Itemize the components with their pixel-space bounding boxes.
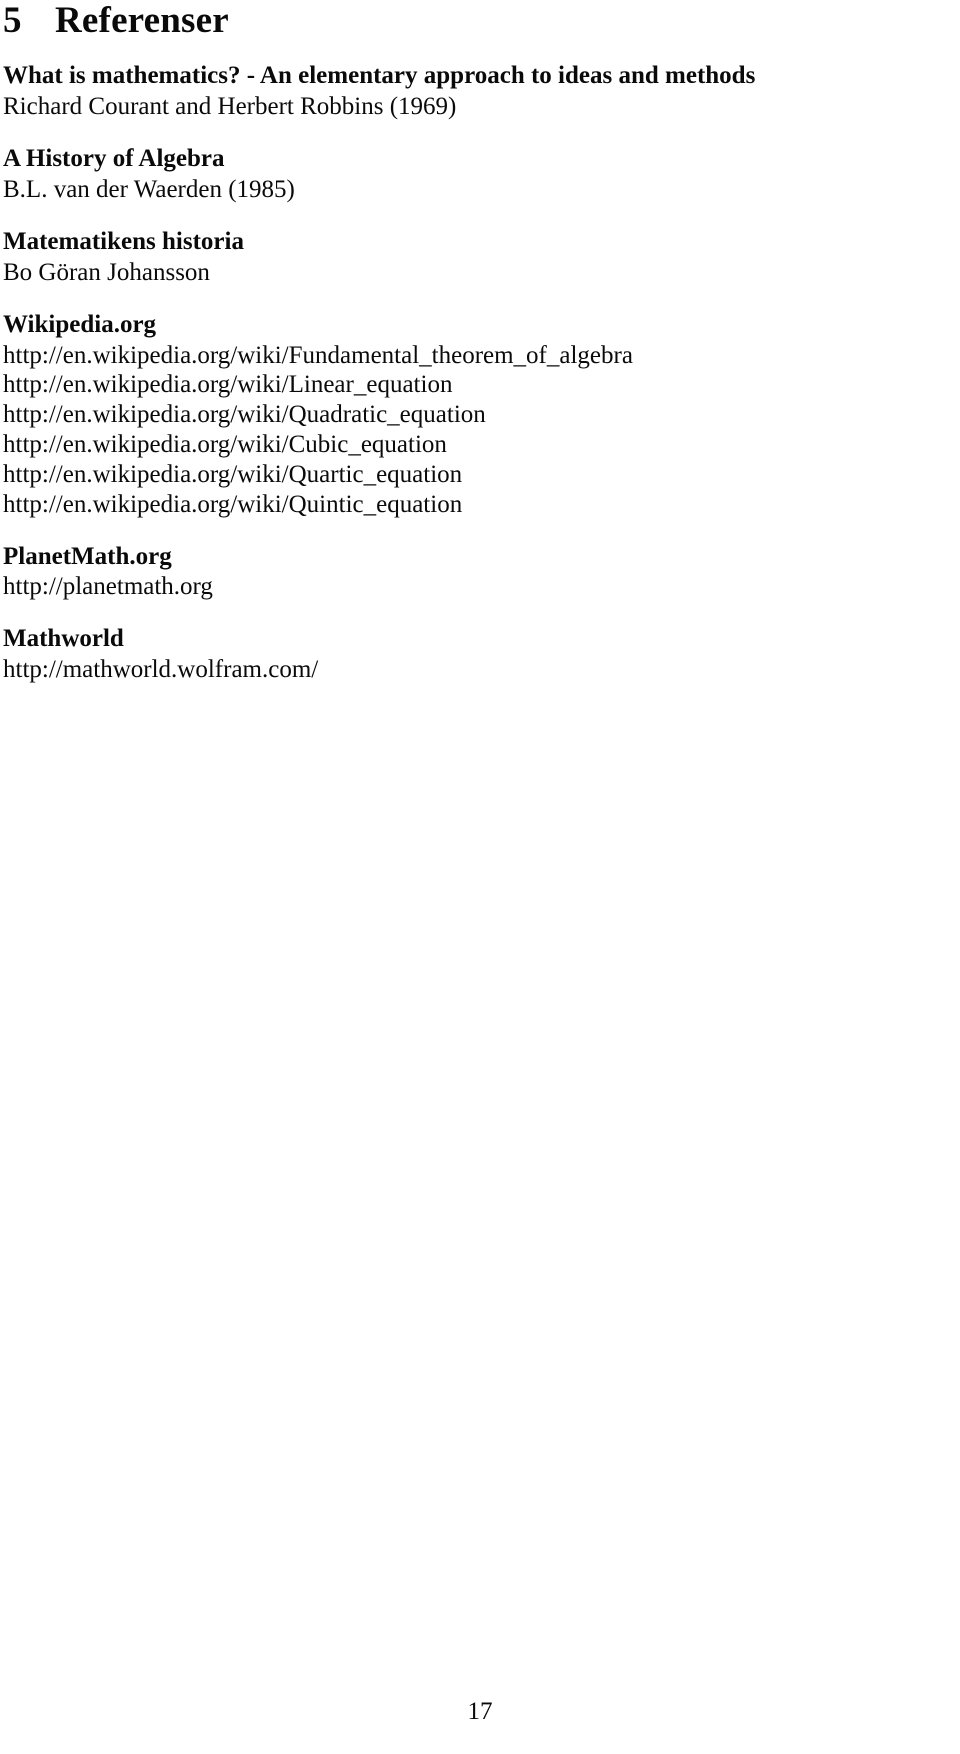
section-title: Referenser <box>55 0 229 41</box>
reference-entry-wikipedia: Wikipedia.org http://en.wikipedia.org/wi… <box>3 310 869 520</box>
reference-title: Wikipedia.org <box>3 311 157 338</box>
reference-title: PlanetMath.org <box>3 542 172 570</box>
reference-title: Mathworld <box>3 625 124 653</box>
reference-entry-mathworld: Mathworld http://mathworld.wolfram.com/ <box>3 624 869 684</box>
reference-entry-waerden: A History of Algebra B.L. van der Waerde… <box>3 144 869 205</box>
url-link[interactable]: http://en.wikipedia.org/wiki/Fundamental… <box>3 341 712 371</box>
reference-author: Bo Göran Johansson <box>3 258 210 286</box>
section-number: 5 <box>3 0 22 41</box>
url-link[interactable]: http://en.wikipedia.org/wiki/Linear_equa… <box>3 370 869 400</box>
reference-title: What is mathematics? - An elementary app… <box>3 62 756 89</box>
section-heading: 5 Referenser <box>3 0 869 39</box>
reference-entry-courant: What is mathematics? - An elementary app… <box>3 61 869 122</box>
reference-author: B.L. van der Waerden (1985) <box>3 175 295 203</box>
reference-entry-johansson: Matematikens historia Bo Göran Johansson <box>3 227 869 288</box>
reference-title: Matematikens historia <box>3 228 244 255</box>
reference-title: A History of Algebra <box>3 145 225 172</box>
page-content: 5 Referenser What is mathematics? - An el… <box>3 0 869 685</box>
page-number: 17 <box>467 1698 493 1725</box>
reference-entry-planetmath: PlanetMath.org http://planetmath.org <box>3 542 869 602</box>
mathworld-url-list: http://mathworld.wolfram.com/ <box>3 655 869 685</box>
url-link[interactable]: http://en.wikipedia.org/wiki/Cubic_equat… <box>3 430 869 460</box>
url-link[interactable]: http://mathworld.wolfram.com/ <box>3 655 869 685</box>
reference-author: Richard Courant and Herbert Robbins (196… <box>3 92 457 120</box>
planetmath-url-list: http://planetmath.org <box>3 572 869 602</box>
url-link[interactable]: http://en.wikipedia.org/wiki/Quartic_equ… <box>3 460 869 490</box>
url-link[interactable]: http://planetmath.org <box>3 572 869 602</box>
document-page: 5 Referenser What is mathematics? - An el… <box>0 0 960 1754</box>
url-link[interactable]: http://en.wikipedia.org/wiki/Quadratic_e… <box>3 400 869 430</box>
wikipedia-url-list: http://en.wikipedia.org/wiki/Fundamental… <box>3 341 869 520</box>
url-link[interactable]: http://en.wikipedia.org/wiki/Quintic_equ… <box>3 490 869 520</box>
